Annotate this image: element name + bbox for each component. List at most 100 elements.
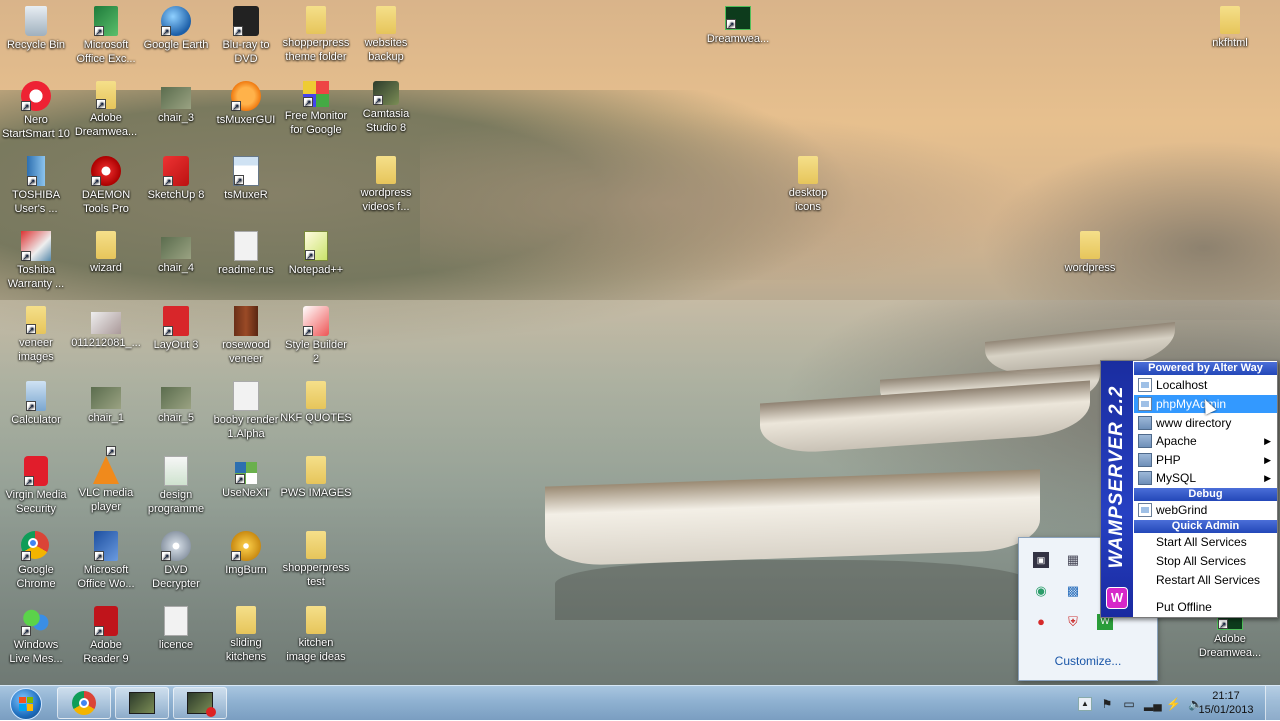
desktop-icon-booby-render[interactable]: booby render 1.Alpha — [210, 381, 282, 441]
desktop-icon-pws-images[interactable]: PWS IMAGES — [280, 456, 352, 500]
desktop-icon-camtasia[interactable]: Camtasia Studio 8 — [350, 81, 422, 135]
desktop-icon-shopperpress-theme[interactable]: shopperpress theme folder — [280, 6, 352, 64]
desktop-icon-wizard[interactable]: wizard — [70, 231, 142, 275]
wallpaper-mist — [420, 110, 1040, 280]
folder-icon — [236, 606, 256, 634]
desktop-icon-toshiba-users[interactable]: TOSHIBA User's ... — [0, 156, 72, 216]
toshiba-warranty-icon — [21, 231, 51, 262]
desktop-icon-adobe-dreamweaver-folder[interactable]: Adobe Dreamwea... — [70, 81, 142, 139]
desktop-icon-desktop-icons[interactable]: desktop icons — [772, 156, 844, 214]
tray-network-icon[interactable]: ▩ — [1065, 583, 1081, 599]
show-desktop-button[interactable] — [1265, 686, 1280, 721]
desktop-icon-nkfhtml[interactable]: nkfhtml — [1194, 6, 1266, 50]
menu-item-webgrind[interactable]: webGrind — [1134, 501, 1277, 519]
desktop-icon-windows-live-messenger[interactable]: Windows Live Mes... — [0, 606, 72, 666]
folder-icon — [376, 156, 396, 184]
desktop-icon-kitchen-image-ideas[interactable]: kitchen image ideas — [280, 606, 352, 664]
folder-icon — [306, 6, 326, 34]
desktop-icon-google-earth[interactable]: Google Earth — [140, 6, 212, 52]
desktop-icon-adobe-reader[interactable]: Adobe Reader 9 — [70, 606, 142, 666]
desktop-icon-toshiba-warranty[interactable]: Toshiba Warranty ... — [0, 231, 72, 291]
desktop-icon-licence[interactable]: licence — [140, 606, 212, 652]
menu-item-restart-all-services[interactable]: Restart All Services — [1134, 571, 1277, 589]
tray-record-icon[interactable]: ● — [1033, 614, 1049, 630]
taskbar-chrome-button[interactable] — [57, 687, 111, 719]
menu-item-apache[interactable]: Apache ▶ — [1134, 432, 1277, 450]
customize-link[interactable]: Customize... — [1019, 654, 1157, 668]
sketchup-icon — [163, 156, 189, 187]
desktop-icon-google-chrome[interactable]: Google Chrome — [0, 531, 72, 591]
usenext-icon — [235, 462, 257, 485]
desktop-icon-readme-rus[interactable]: readme.rus — [210, 231, 282, 277]
network-signal-icon[interactable]: ▂▄ — [1144, 697, 1162, 711]
desktop-icon-vlc[interactable]: VLC media player — [70, 446, 142, 514]
wampserver-brand: WAMPSERVER 2.2 — [1106, 385, 1127, 569]
system-clock[interactable]: 21:17 15/01/2013 — [1196, 689, 1256, 717]
desktop-icon-sliding-kitchens[interactable]: sliding kitchens — [210, 606, 282, 664]
tray-security-icon[interactable]: ⛨ — [1065, 614, 1081, 630]
menu-item-www-directory[interactable]: www directory — [1134, 414, 1277, 432]
tray-monitor-icon[interactable]: ▦ — [1065, 552, 1081, 568]
desktop-icon-nero[interactable]: Nero StartSmart 10 — [0, 81, 72, 141]
desktop-icon-virgin-security[interactable]: Virgin Media Security — [0, 456, 72, 516]
device-icon[interactable]: ▭ — [1122, 697, 1136, 711]
menu-item-put-offline[interactable]: Put Offline — [1134, 598, 1277, 616]
show-hidden-icons-button[interactable]: ▲ — [1078, 696, 1092, 711]
windows-logo-icon — [10, 687, 42, 720]
desktop-icon-style-builder[interactable]: Style Builder 2 — [280, 306, 352, 366]
desktop-icon-imgburn[interactable]: ImgBurn — [210, 531, 282, 577]
desktop-icon-tsmuxergui[interactable]: tsMuxerGUI — [210, 81, 282, 127]
record-dot-icon — [206, 707, 216, 717]
desktop-icon-dvd-decrypter[interactable]: DVD Decrypter — [140, 531, 212, 591]
desktop-icon-notepad-plus[interactable]: Notepad++ — [280, 231, 352, 277]
action-center-icon[interactable]: ⚑ — [1100, 697, 1114, 711]
desktop-icon-chair-3[interactable]: chair_3 — [140, 81, 212, 125]
desktop-icon-rosewood-veneer[interactable]: rosewood veneer — [210, 306, 282, 366]
desktop-icon-011212081[interactable]: 011212081_... — [70, 306, 142, 350]
desktop-icon-dreamweaver[interactable]: Dreamwea... — [702, 6, 774, 46]
desktop-icon-wordpress-videos[interactable]: wordpress videos f... — [350, 156, 422, 214]
desktop-icon-free-monitor[interactable]: Free Monitor for Google — [280, 81, 352, 137]
desktop-icon-layout[interactable]: LayOut 3 — [140, 306, 212, 352]
style-builder-icon — [303, 306, 329, 337]
menu-item-localhost[interactable]: Localhost — [1134, 376, 1277, 394]
start-button[interactable] — [3, 686, 49, 721]
google-earth-icon — [161, 6, 191, 37]
tray-sync-icon[interactable]: ◉ — [1033, 583, 1049, 599]
taskbar-camtasia-button[interactable] — [115, 687, 169, 719]
desktop-icon-recycle-bin[interactable]: Recycle Bin — [0, 6, 72, 52]
submenu-arrow-icon: ▶ — [1264, 436, 1271, 446]
desktop-icon-design-programme[interactable]: design programme — [140, 456, 212, 516]
camtasia-icon — [129, 692, 155, 714]
desktop-icon-veneer-images[interactable]: veneer images — [0, 306, 72, 364]
menu-item-php[interactable]: PHP ▶ — [1134, 451, 1277, 469]
tray-app-icon[interactable]: ▣ — [1033, 552, 1049, 568]
clock-date: 15/01/2013 — [1198, 704, 1254, 716]
menu-item-stop-all-services[interactable]: Stop All Services — [1134, 552, 1277, 570]
desktop-icon-chair-4[interactable]: chair_4 — [140, 231, 212, 275]
desktop-icon-bluray-to-dvd[interactable]: Blu-ray to DVD — [210, 6, 282, 66]
desktop-icon-websites-backup[interactable]: websites backup — [350, 6, 422, 64]
menu-item-mysql[interactable]: MySQL ▶ — [1134, 469, 1277, 487]
web-page-icon — [1138, 378, 1152, 392]
image-file-icon — [91, 387, 121, 409]
desktop-icon-tsmuxer[interactable]: tsMuxeR — [210, 156, 282, 202]
power-icon[interactable]: ⚡ — [1166, 697, 1181, 711]
daemon-tools-icon — [91, 156, 121, 187]
calculator-icon — [26, 381, 46, 412]
desktop-icon-nkf-quotes[interactable]: NKF QUOTES — [280, 381, 352, 425]
folder-icon — [1138, 471, 1152, 485]
desktop-icon-chair-1[interactable]: chair_1 — [70, 381, 142, 425]
desktop-icon-usenext[interactable]: UseNeXT — [210, 456, 282, 500]
desktop-icon-wordpress[interactable]: wordpress — [1054, 231, 1126, 275]
taskbar-camtasia-recorder-button[interactable] — [173, 687, 227, 719]
desktop-icon-chair-5[interactable]: chair_5 — [140, 381, 212, 425]
menu-item-start-all-services[interactable]: Start All Services — [1134, 533, 1277, 551]
desktop-icon-excel[interactable]: Microsoft Office Exc... — [70, 6, 142, 66]
desktop-icon-daemon-tools[interactable]: DAEMON Tools Pro — [70, 156, 142, 216]
desktop-icon-sketchup[interactable]: SketchUp 8 — [140, 156, 212, 202]
image-file-icon — [161, 87, 191, 109]
desktop-icon-shopperpress-test[interactable]: shopperpress test — [280, 531, 352, 589]
desktop-icon-calculator[interactable]: Calculator — [0, 381, 72, 427]
desktop-icon-word[interactable]: Microsoft Office Wo... — [70, 531, 142, 591]
